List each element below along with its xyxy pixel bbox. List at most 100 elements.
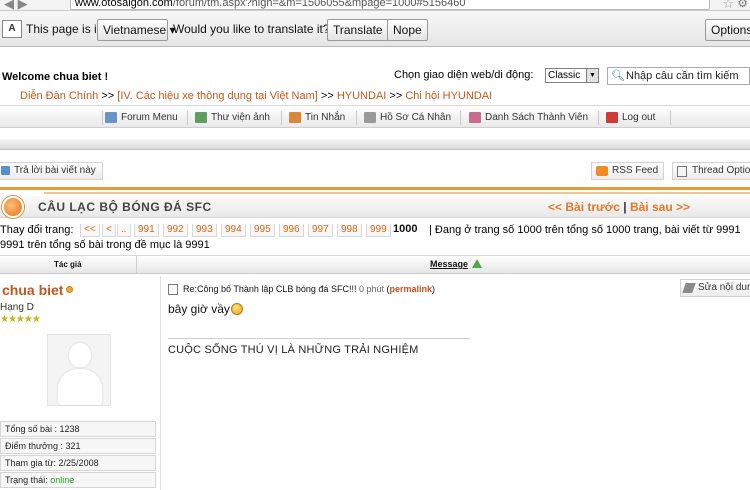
page-prev[interactable]: < xyxy=(102,224,116,237)
smiley-icon xyxy=(230,303,243,315)
post-title: Re:Công bố Thành lập CLB bóng đá SFC!!! xyxy=(183,284,357,294)
pagination-info-continued: 9991 trên tổng số bài trong đề mục là 99… xyxy=(0,239,210,251)
menu-label: Thư viện ảnh xyxy=(211,112,270,123)
rss-label: RSS Feed xyxy=(612,165,659,176)
menu-messages[interactable]: Tin Nhắn xyxy=(289,109,345,126)
logout-icon xyxy=(606,112,618,123)
topic-nav: << Bài trước | Bài sau >> xyxy=(548,200,690,214)
username[interactable]: chua biet xyxy=(2,282,74,298)
view-mode-select[interactable]: Classic ▼ xyxy=(545,68,599,83)
translate-button[interactable]: Translate xyxy=(327,19,389,41)
stat-reward-points: Điểm thưởng : 321 xyxy=(0,438,156,454)
breadcrumb-item-home[interactable]: Diễn Đàn Chính xyxy=(20,90,98,102)
menu-logout[interactable]: Log out xyxy=(606,109,655,126)
edit-pencil-icon xyxy=(682,283,696,293)
back-forward-icon[interactable]: ◀ ▶ xyxy=(4,0,28,10)
menu-divider xyxy=(598,111,599,125)
edit-label: Sửa nội dung xyxy=(698,282,750,293)
menu-photo-library[interactable]: Thư viện ảnh xyxy=(195,109,270,126)
breadcrumb-separator: >> xyxy=(101,90,115,102)
sort-up-icon[interactable] xyxy=(472,259,482,268)
menu-divider xyxy=(356,111,357,125)
rss-icon xyxy=(596,166,608,176)
menu-forum-menu[interactable]: Forum Menu xyxy=(105,109,178,126)
next-topic-link[interactable]: Bài sau >> xyxy=(630,200,690,214)
menu-profile[interactable]: Hồ Sơ Cá Nhân xyxy=(364,109,451,126)
menu-label: Hồ Sơ Cá Nhân xyxy=(380,112,452,123)
user-panel: chua biet Hạng D ★★★★★ Tổng số bài : 123… xyxy=(0,276,160,490)
page-dots[interactable]: .. xyxy=(117,224,131,237)
user-rank: Hạng D xyxy=(0,302,34,313)
view-mode-value: Classic xyxy=(548,70,581,81)
breadcrumb-item-hyundai[interactable]: HYUNDAI xyxy=(337,90,387,102)
page-link[interactable]: 994 xyxy=(221,224,246,237)
nope-button[interactable]: Nope xyxy=(387,19,428,41)
page-link[interactable]: 992 xyxy=(163,224,188,237)
language-select[interactable]: Vietnamese ▾ xyxy=(97,19,176,41)
post-text: bây giờ vầy xyxy=(168,302,230,316)
prev-topic-link[interactable]: << Bài trước xyxy=(548,200,620,214)
pagination: Thay đổi trang: << < .. 991 992 993 994 … xyxy=(0,224,750,238)
menu-divider xyxy=(281,111,282,125)
translate-icon: A xyxy=(2,20,22,38)
breadcrumb-item-category[interactable]: [IV. Các hiệu xe thông dụng tại Việt Nam… xyxy=(117,90,318,102)
post-body: bây giờ vầy xyxy=(168,302,243,316)
online-status-icon xyxy=(66,286,74,293)
menu-label: Tin Nhắn xyxy=(305,112,346,123)
author-column-header: Tác giả xyxy=(54,260,82,269)
menu-divider xyxy=(187,111,188,125)
topic-title-bar: CÂU LẠC BỘ BÓNG ĐÁ SFC << Bài trước | Bà… xyxy=(0,196,750,218)
options-button[interactable]: Options xyxy=(705,19,750,41)
post-header: Re:Công bố Thành lập CLB bóng đá SFC!!! … xyxy=(183,284,436,294)
avatar-body xyxy=(58,369,102,405)
column-divider xyxy=(160,276,161,490)
page-first[interactable]: << xyxy=(80,224,100,237)
thread-options-button[interactable]: Thread Options xyxy=(672,162,750,180)
photo-icon xyxy=(195,112,207,123)
breadcrumb-item-chihoi[interactable]: Chi hội HYUNDAI xyxy=(405,90,492,102)
url-path: /forum/tm.aspx?high=&m=1506055&mpage=100… xyxy=(172,0,466,9)
page-link[interactable]: 995 xyxy=(250,224,275,237)
search-input[interactable]: 🔍︎ Nhập câu cần tìm kiếm xyxy=(607,67,750,85)
translate-question: Would you like to translate it? xyxy=(173,22,330,36)
search-icon: 🔍︎ xyxy=(611,70,625,82)
column-divider xyxy=(136,256,137,274)
page-link[interactable]: 999 xyxy=(366,224,391,237)
wrench-icon[interactable]: ⚙ xyxy=(737,0,748,10)
page-current: 1000 xyxy=(393,224,418,235)
edit-post-button[interactable]: Sửa nội dung xyxy=(680,279,750,297)
forum-menu-icon xyxy=(105,112,117,123)
page-link[interactable]: 998 xyxy=(337,224,362,237)
bookmark-star-icon[interactable]: ☆ xyxy=(722,0,734,10)
thread-options-icon xyxy=(677,166,687,177)
avatar[interactable] xyxy=(47,334,111,406)
topic-title: CÂU LẠC BỘ BÓNG ĐÁ SFC xyxy=(38,200,212,214)
url-field[interactable]: www.otosaigon.com/forum/tm.aspx?high=&m=… xyxy=(70,0,710,10)
search-placeholder: Nhập câu cần tìm kiếm xyxy=(626,70,739,82)
reply-button[interactable]: Trả lời bài viết này xyxy=(0,162,103,180)
post-table-header: Tác giả Message xyxy=(0,255,750,274)
permalink-link[interactable]: permalink xyxy=(390,284,433,294)
members-icon xyxy=(469,112,481,123)
page-link[interactable]: 996 xyxy=(279,224,304,237)
menu-member-list[interactable]: Danh Sách Thành Viên xyxy=(469,109,588,126)
view-chooser-label: Chọn giao diện web/di động: xyxy=(394,69,534,81)
menu-label: Danh Sách Thành Viên xyxy=(485,112,589,123)
reply-label: Trả lời bài viết này xyxy=(14,165,96,176)
section-divider xyxy=(0,139,750,150)
message-icon xyxy=(289,112,301,123)
signature-divider xyxy=(168,338,470,339)
page-link[interactable]: 991 xyxy=(134,224,159,237)
menu-divider xyxy=(460,111,461,125)
rss-feed-button[interactable]: RSS Feed xyxy=(591,162,665,180)
stat-post-count: Tổng số bài : 1238 xyxy=(0,421,156,437)
message-column-header[interactable]: Message xyxy=(430,259,468,269)
thread-options-label: Thread Options xyxy=(692,165,750,176)
menu-divider xyxy=(102,111,103,125)
post-document-icon xyxy=(168,284,178,295)
page-link[interactable]: 997 xyxy=(308,224,333,237)
stat-status: Trạng thái: online xyxy=(0,472,156,488)
page-link[interactable]: 993 xyxy=(192,224,217,237)
reply-icon xyxy=(1,166,10,175)
breadcrumb-separator: >> xyxy=(389,90,403,102)
